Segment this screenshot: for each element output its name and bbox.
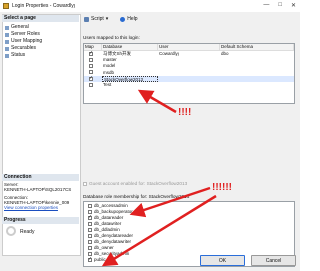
map-checkbox[interactable] [89, 58, 93, 62]
map-checkbox[interactable] [89, 64, 93, 69]
progress-icon [6, 226, 16, 236]
page-nav: General Server Roles User Mapping Secura… [3, 24, 77, 59]
progress-status: Ready [20, 229, 35, 235]
nav-item-label: General [11, 24, 29, 30]
script-icon [84, 16, 89, 22]
annotation-exclaim-2: !!!!!! [212, 182, 232, 193]
role-checkbox[interactable] [88, 214, 92, 220]
title-bar: Login Properties - Cowardlyı̱ — □ ✕ [0, 0, 300, 12]
nav-item-label: Securables [11, 45, 37, 51]
connection-header: Connection [2, 174, 79, 181]
dialog-footer: OK Cancel [200, 255, 296, 266]
cancel-button[interactable]: Cancel [251, 255, 296, 266]
login-properties-window: Login Properties - Cowardlyı̱ — □ ✕ Sele… [0, 0, 300, 271]
grid-header: Map Database User Default Schema [84, 44, 294, 51]
role-checkbox[interactable] [88, 204, 92, 208]
view-connection-link[interactable]: View connection properties [4, 205, 78, 210]
table-row[interactable]: Test [84, 82, 294, 88]
map-checkbox[interactable] [89, 75, 93, 81]
page-icon [5, 46, 9, 51]
help-icon [120, 16, 126, 22]
role-name: public [94, 257, 106, 262]
page-icon [5, 25, 9, 30]
page-icon [5, 39, 9, 44]
col-default-schema[interactable]: Default Schema [220, 44, 294, 50]
nav-item-user-mapping[interactable]: User Mapping [3, 38, 77, 45]
col-user[interactable]: User [158, 44, 220, 50]
users-mapped-label: Users mapped to this login: [83, 35, 140, 40]
app-icon [3, 3, 9, 9]
role-checkbox[interactable] [88, 222, 92, 226]
guest-checkbox[interactable] [83, 181, 87, 186]
nav-item-label: Server Roles [11, 31, 40, 37]
schema-cell[interactable] [220, 82, 294, 88]
col-database[interactable]: Database [102, 44, 158, 50]
database-cell: Test [103, 81, 112, 87]
window-controls: — □ ✕ [263, 2, 296, 9]
help-label: Help [127, 16, 138, 22]
connection-info: Server: KENNETH-LAPTOP\SQL2017CS Connect… [4, 182, 78, 210]
progress-header: Progress [2, 217, 79, 224]
ok-button[interactable]: OK [200, 255, 245, 266]
script-button[interactable]: Script ▾ [84, 16, 108, 22]
nav-item-label: User Mapping [11, 38, 43, 44]
nav-item-general[interactable]: General [3, 24, 77, 31]
user-cell[interactable] [158, 82, 220, 88]
mapping-grid: Map Database User Default Schema 马博文Sh开发… [83, 43, 295, 104]
role-checkbox[interactable] [88, 246, 92, 250]
map-checkbox[interactable] [89, 50, 93, 56]
page-icon [5, 53, 9, 58]
window-title: Login Properties - Cowardlyı̱ [12, 3, 76, 9]
nav-item-securables[interactable]: Securables [3, 45, 77, 52]
server-value: KENNETH-LAPTOP\SQL2017CS [4, 187, 72, 192]
user-mapping-page: Users mapped to this login: Map Database… [83, 27, 295, 267]
role-checkbox[interactable] [88, 228, 92, 232]
page-icon [5, 32, 9, 37]
role-checkbox[interactable] [88, 256, 92, 262]
select-page-header: Select a page [2, 15, 79, 22]
role-membership-label: Database role membership for: StackOverf… [83, 194, 190, 199]
nav-item-server-roles[interactable]: Server Roles [3, 31, 77, 38]
nav-item-label: Status [11, 52, 26, 58]
maximize-icon[interactable]: □ [278, 2, 282, 9]
guest-account-label: Guest account enabled for: StackOverflow… [83, 181, 187, 186]
minimize-icon[interactable]: — [263, 2, 269, 9]
map-checkbox[interactable] [89, 82, 93, 87]
guest-label-text: Guest account enabled for: StackOverflow… [89, 181, 188, 186]
script-label: Script [91, 16, 104, 22]
nav-item-status[interactable]: Status [3, 52, 77, 59]
role-checkbox[interactable] [88, 234, 92, 238]
annotation-exclaim-1: !!!! [178, 107, 192, 118]
toolbar: Script ▾ Help [80, 14, 300, 24]
help-button[interactable]: Help [120, 16, 138, 22]
role-checkbox[interactable] [88, 240, 92, 244]
chevron-down-icon: ▾ [105, 16, 109, 22]
close-icon[interactable]: ✕ [291, 2, 296, 9]
